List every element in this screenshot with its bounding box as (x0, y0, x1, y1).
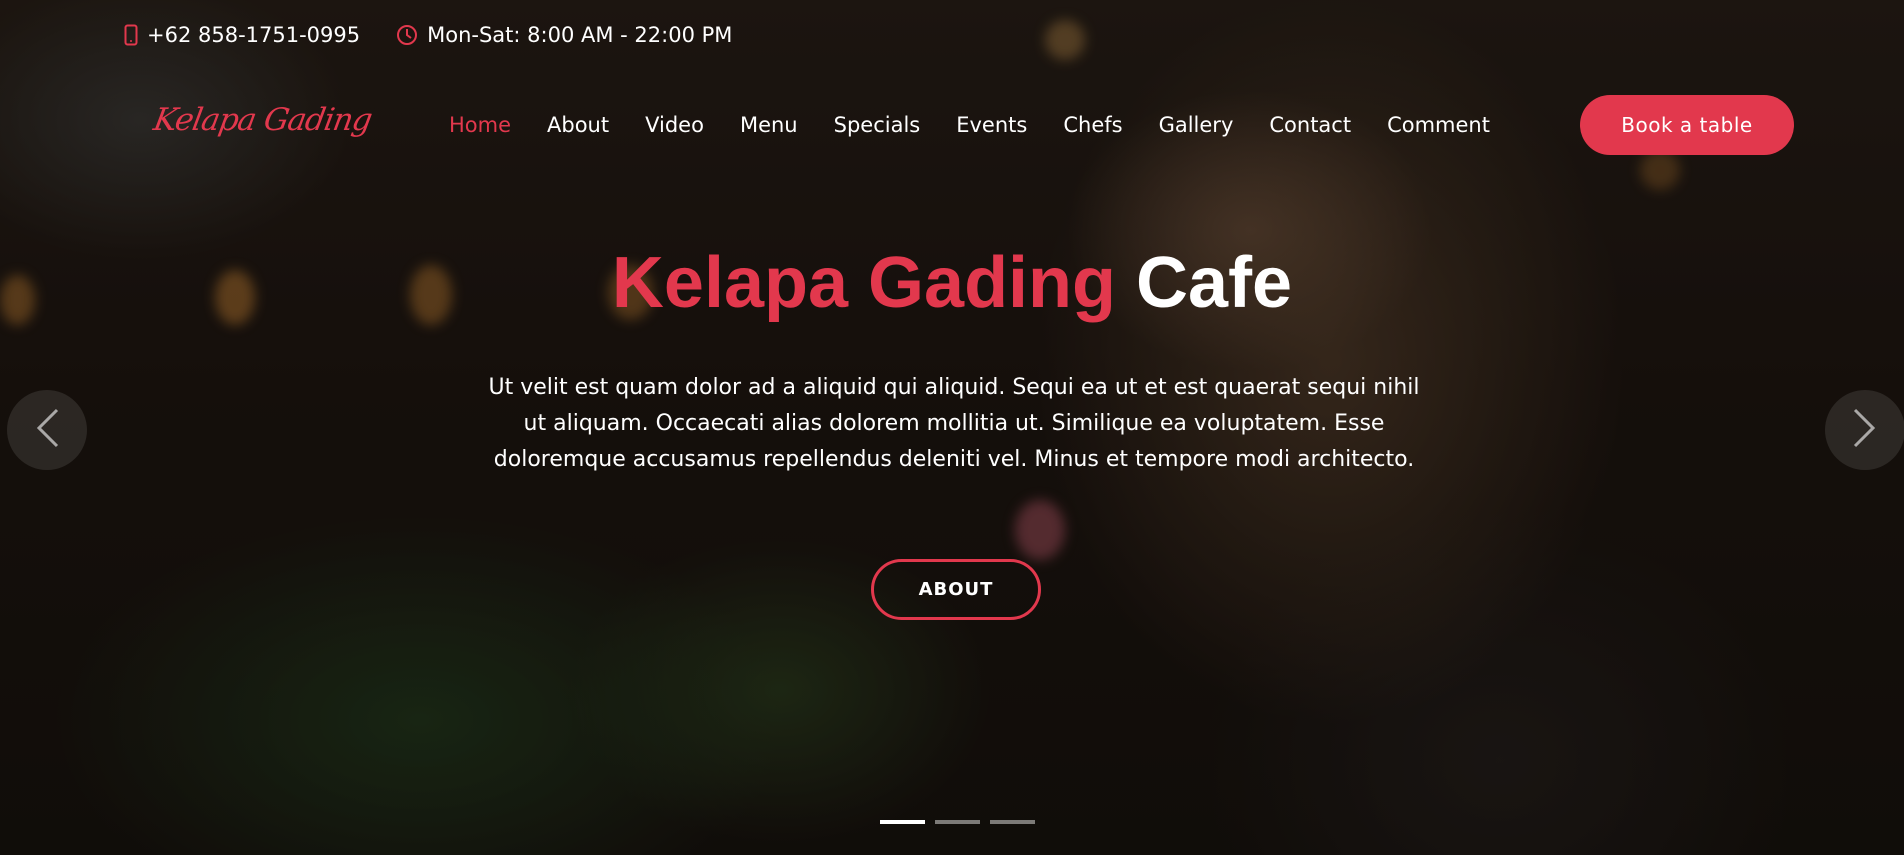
nav-specials[interactable]: Specials (834, 113, 921, 137)
main-nav: Home About Video Menu Specials Events Ch… (449, 90, 1490, 160)
mobile-phone-icon (124, 24, 138, 46)
hero-description: Ut velit est quam dolor ad a aliquid qui… (488, 375, 1420, 472)
book-a-table-button[interactable]: Book a table (1580, 95, 1794, 155)
about-button[interactable]: ABOUT (871, 559, 1041, 620)
carousel-indicators (880, 820, 1035, 824)
nav-chefs[interactable]: Chefs (1063, 113, 1122, 137)
carousel-indicator-3[interactable] (990, 820, 1035, 824)
hero-title-accent: Kelapa Gading (611, 243, 1117, 323)
carousel-prev-button[interactable] (7, 390, 87, 470)
chevron-left-icon (33, 406, 61, 454)
clock-icon (396, 24, 418, 46)
hero-title-rest: Cafe (1136, 243, 1293, 323)
nav-comment[interactable]: Comment (1387, 113, 1490, 137)
nav-contact[interactable]: Contact (1269, 113, 1351, 137)
phone-number: +62 858-1751-0995 (147, 23, 361, 47)
opening-hours: Mon-Sat: 8:00 AM - 22:00 PM (427, 23, 733, 47)
nav-video[interactable]: Video (645, 113, 704, 137)
hero-title: Kelapa Gading Cafe (0, 238, 1904, 328)
nav-home[interactable]: Home (449, 113, 511, 137)
nav-gallery[interactable]: Gallery (1159, 113, 1234, 137)
topbar-hours: Mon-Sat: 8:00 AM - 22:00 PM (396, 23, 732, 47)
logo[interactable]: Kelapa Gading (151, 102, 374, 138)
carousel-indicator-1[interactable] (880, 820, 925, 824)
topbar: +62 858-1751-0995 Mon-Sat: 8:00 AM - 22:… (0, 0, 1904, 70)
nav-menu[interactable]: Menu (740, 113, 798, 137)
carousel-next-button[interactable] (1825, 390, 1904, 470)
chevron-right-icon (1851, 406, 1879, 454)
carousel-indicator-2[interactable] (935, 820, 980, 824)
topbar-phone: +62 858-1751-0995 (124, 23, 360, 47)
nav-events[interactable]: Events (956, 113, 1027, 137)
nav-about[interactable]: About (547, 113, 609, 137)
site-header: Kelapa Gading Home About Video Menu Spec… (0, 90, 1904, 160)
